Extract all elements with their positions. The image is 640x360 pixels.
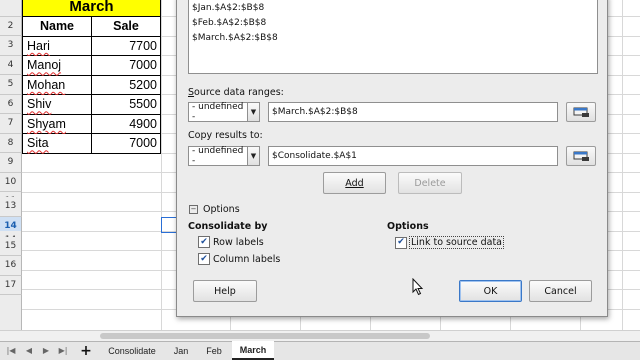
row-header[interactable]: 3 [0,36,22,56]
copy-results-combo[interactable]: - undefined - [188,146,248,166]
sale-cell[interactable]: 5500 [92,95,161,115]
help-button[interactable]: Help [193,280,257,302]
copy-results-input[interactable]: $Consolidate.$A$1 [268,146,558,166]
name-cell[interactable]: Shiv [22,95,92,115]
row-header[interactable]: 2 [0,16,22,36]
name-cell[interactable]: Sita [22,134,92,154]
row-header[interactable]: 8 [0,133,22,153]
row-header[interactable]: 4 [0,55,22,75]
cancel-button[interactable]: Cancel [529,280,592,302]
add-sheet-button[interactable]: + [78,341,94,360]
sheet-tab-feb[interactable]: Feb [198,341,230,360]
copy-results-to-label: Copy results to: [188,130,263,141]
delete-button[interactable]: Delete [398,172,462,194]
header-sale-cell[interactable]: Sale [92,17,161,37]
shrink-button[interactable] [566,102,596,122]
consolidation-ranges-list[interactable]: $Jan.$A$2:$B$8 $Feb.$A$2:$B$8 $March.$A$… [188,0,598,74]
link-to-source-checkbox[interactable]: ✔ Link to source data [395,236,504,249]
row-header[interactable]: 5 [0,75,22,95]
name-text: Hari [27,38,50,53]
next-sheet-icon[interactable]: ▶ [41,344,51,356]
sale-cell[interactable]: 7000 [92,134,161,154]
selected-cell[interactable] [161,217,177,233]
collapse-icon: − [189,204,198,214]
name-cell[interactable]: Manoj [22,56,92,76]
name-cell[interactable]: Shyam [22,114,92,134]
horizontal-scrollbar[interactable] [0,330,640,341]
chevron-down-icon[interactable]: ▼ [247,146,260,166]
column-labels-checkbox[interactable]: ✔ Column labels [198,253,280,265]
header-name-cell[interactable]: Name [22,17,92,37]
sale-cell[interactable]: 7000 [92,56,161,76]
name-cell[interactable]: Hari [22,36,92,56]
ok-button[interactable]: OK [459,280,522,302]
row-labels-label: Row labels [213,236,264,248]
scrollbar-thumb[interactable] [100,333,430,339]
row-header[interactable] [0,0,22,17]
chevron-down-icon[interactable]: ▼ [247,102,260,122]
name-cell[interactable]: Mohan [22,75,92,95]
sheet-title[interactable]: March [22,0,161,17]
sheet-tab-march[interactable]: March [232,341,274,360]
previous-sheet-icon[interactable]: ◀ [24,344,34,356]
sale-cell[interactable]: 7700 [92,36,161,56]
shrink-icon [573,107,589,117]
sale-cell[interactable]: 5200 [92,75,161,95]
row-header[interactable]: 15 [0,236,22,256]
ok-button-label: OK [483,285,498,297]
checkmark-icon: ✔ [198,236,210,248]
sheet-tab-bar [0,341,640,360]
range-list-item[interactable]: $Feb.$A$2:$B$8 [192,18,266,28]
name-text: Sita [27,136,49,151]
row-header[interactable]: 16 [0,256,22,276]
source-data-ranges-label: Source data ranges: [188,87,284,98]
name-text: Shiv [27,97,52,112]
row-header[interactable]: 10 [0,172,22,192]
name-text: Mohan [27,77,66,92]
grid-line [622,0,623,330]
last-sheet-icon[interactable]: ▶| [58,344,68,356]
row-labels-checkbox[interactable]: ✔ Row labels [198,236,264,248]
add-button-label: Add [345,177,364,189]
options-heading: Options [387,221,429,232]
shrink-button[interactable] [566,146,596,166]
name-text: Shyam [27,116,66,131]
row-header[interactable]: 13 [0,197,22,217]
cancel-button-label: Cancel [544,285,577,297]
row-header[interactable]: 7 [0,114,22,134]
first-sheet-icon[interactable]: |◀ [6,344,16,356]
sheet-tab-consolidate[interactable]: Consolidate [100,341,164,360]
row-header[interactable]: 6 [0,94,22,114]
source-data-range-input[interactable]: $March.$A$2:$B$8 [268,102,558,122]
checkmark-icon: ✔ [198,253,210,265]
source-label-rest: ource data ranges: [194,87,284,98]
row-header[interactable]: 17 [0,275,22,295]
source-range-combo[interactable]: - undefined - [188,102,248,122]
range-list-item[interactable]: $March.$A$2:$B$8 [192,33,278,43]
column-labels-label: Column labels [213,253,281,265]
grid-line [161,0,162,330]
help-button-label: Help [214,285,236,297]
sale-cell[interactable]: 4900 [92,114,161,134]
range-list-item[interactable]: $Jan.$A$2:$B$8 [192,3,264,13]
options-toggle[interactable]: − Options [189,202,259,216]
consolidate-by-heading: Consolidate by [188,221,268,232]
row-header[interactable]: 9 [0,153,22,173]
options-toggle-label: Options [203,203,240,215]
mouse-pointer-icon [412,278,424,296]
name-text: Manoj [27,58,62,73]
add-button[interactable]: Add [323,172,386,194]
link-to-source-label: Link to source data [409,236,504,249]
sheet-tab-jan[interactable]: Jan [166,341,196,360]
checkmark-icon: ✔ [395,236,407,249]
consolidate-dialog: $Jan.$A$2:$B$8 $Feb.$A$2:$B$8 $March.$A$… [176,0,608,317]
shrink-icon [573,151,589,161]
